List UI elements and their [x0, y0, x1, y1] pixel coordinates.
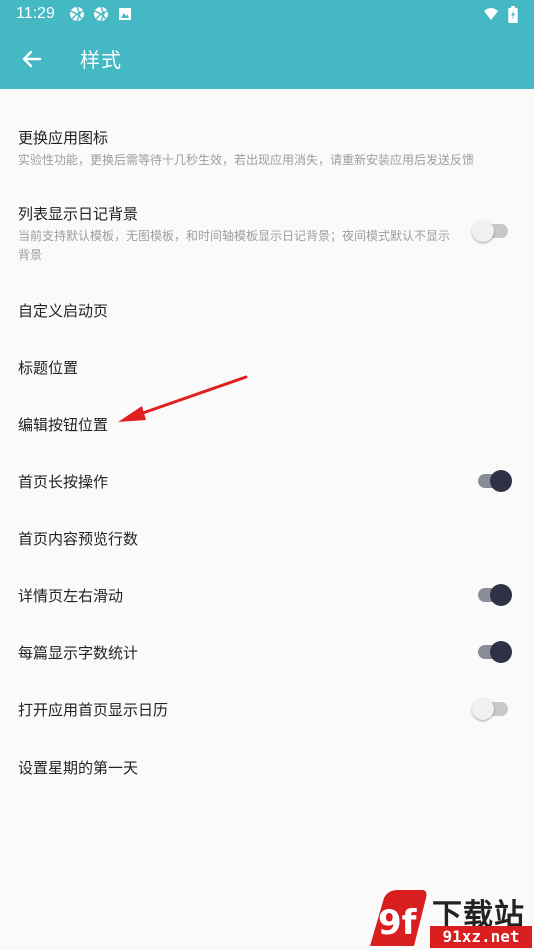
settings-item-title: 首页长按操作 — [18, 472, 109, 491]
svg-text:9f: 9f — [378, 903, 418, 943]
settings-item-title: 详情页左右滑动 — [18, 586, 124, 605]
settings-item-title: 设置星期的第一天 — [18, 758, 139, 777]
settings-item-edit-button-position[interactable]: 编辑按钮位置 — [0, 409, 534, 439]
word-count-toggle[interactable] — [474, 638, 512, 666]
battery-charging-icon — [508, 5, 518, 23]
settings-item-home-long-press[interactable]: 首页长按操作 — [0, 466, 534, 496]
settings-item-subtitle: 实验性功能，更换后需等待十几秒生效，若出现应用消失，请重新安装应用后发送反馈 — [18, 152, 475, 167]
settings-item-list-diary-background[interactable]: 列表显示日记背景 当前支持默认模板，无图模板，和时间轴模板显示日记背景；夜间模式… — [0, 203, 534, 265]
settings-item-title: 每篇显示字数统计 — [18, 643, 139, 662]
settings-item-custom-launch-page[interactable]: 自定义启动页 — [0, 295, 534, 325]
site-logo-icon: 9f — [370, 890, 427, 946]
settings-item-subtitle: 当前支持默认模板，无图模板，和时间轴模板显示日记背景；夜间模式默认不显示背景 — [18, 229, 451, 262]
home-calendar-toggle[interactable] — [472, 695, 512, 723]
aperture-icon — [93, 6, 108, 22]
diary-background-toggle[interactable] — [472, 217, 512, 245]
status-bar: 11:29 — [0, 0, 534, 28]
settings-item-title: 打开应用首页显示日历 — [18, 700, 169, 719]
settings-item-home-calendar[interactable]: 打开应用首页显示日历 — [0, 694, 534, 724]
back-button[interactable] — [0, 28, 64, 89]
settings-item-title-position[interactable]: 标题位置 — [0, 352, 534, 382]
settings-item-word-count[interactable]: 每篇显示字数统计 — [0, 637, 534, 667]
settings-item-title: 列表显示日记背景 — [18, 205, 139, 223]
home-long-press-toggle[interactable] — [474, 467, 512, 495]
page-title: 样式 — [80, 48, 122, 72]
settings-item-title: 编辑按钮位置 — [18, 415, 109, 434]
status-system-icons — [482, 5, 518, 23]
settings-item-first-day-of-week[interactable]: 设置星期的第一天 — [0, 752, 534, 782]
settings-item-title: 自定义启动页 — [18, 301, 109, 320]
aperture-icon — [69, 6, 84, 22]
settings-item-title: 标题位置 — [18, 358, 79, 377]
detail-swipe-toggle[interactable] — [474, 581, 512, 609]
settings-item-title: 更换应用图标 — [18, 128, 109, 147]
settings-item-detail-swipe[interactable]: 详情页左右滑动 — [0, 580, 534, 610]
app-bar: 样式 — [0, 28, 534, 89]
settings-item-change-app-icon[interactable]: 更换应用图标 实验性功能，更换后需等待十几秒生效，若出现应用消失，请重新安装应用… — [0, 107, 534, 189]
watermark: 9f 下载站 91xz.net — [362, 888, 534, 950]
image-icon — [118, 8, 131, 20]
status-notification-icons — [69, 6, 133, 22]
arrow-left-icon — [22, 50, 42, 67]
status-time: 11:29 — [16, 5, 55, 22]
wifi-icon — [484, 8, 498, 20]
settings-item-home-preview-lines[interactable]: 首页内容预览行数 — [0, 523, 534, 553]
watermark-url: 91xz.net — [430, 926, 532, 948]
settings-item-title: 首页内容预览行数 — [18, 529, 139, 548]
